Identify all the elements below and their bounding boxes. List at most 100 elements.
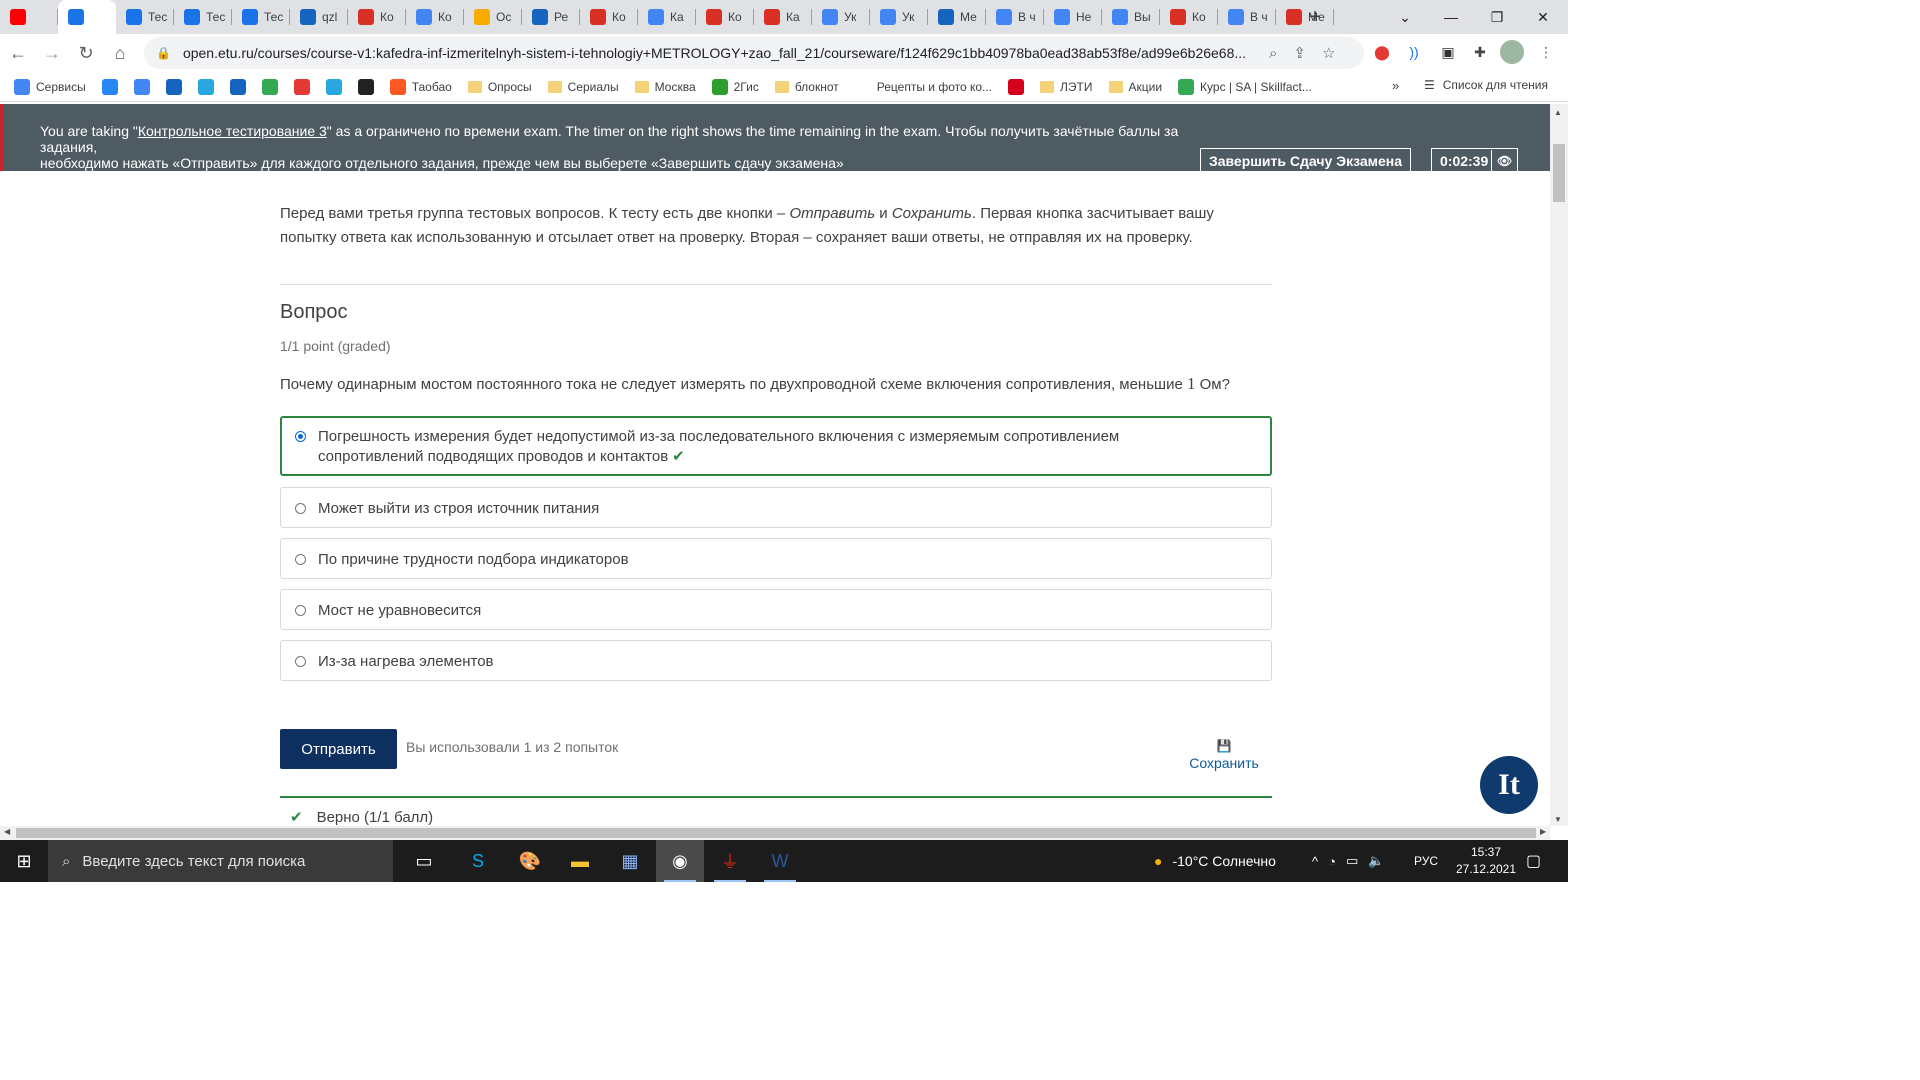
answer-radio[interactable] bbox=[295, 656, 306, 667]
answer-radio[interactable] bbox=[295, 605, 306, 616]
bookmark-item[interactable]: Опросы bbox=[467, 80, 532, 94]
vertical-scrollbar[interactable]: ▲ ▼ bbox=[1550, 104, 1568, 826]
bookmark-item[interactable] bbox=[261, 78, 278, 95]
browser-tab[interactable]: Ко bbox=[696, 0, 754, 34]
answer-option[interactable]: По причине трудности подбора индикаторов bbox=[280, 538, 1272, 579]
answer-radio[interactable] bbox=[295, 503, 306, 514]
maximize-icon[interactable]: ❐ bbox=[1474, 0, 1520, 34]
address-bar[interactable]: 🔒 open.etu.ru/courses/course-v1:kafedra-… bbox=[144, 37, 1364, 69]
browser-tab[interactable]: Не bbox=[1044, 0, 1102, 34]
task-view-icon[interactable]: ▭ bbox=[400, 840, 448, 882]
bookmark-item[interactable]: ЛЭТИ bbox=[1040, 80, 1093, 94]
bookmark-item[interactable] bbox=[197, 78, 214, 95]
system-tray[interactable]: ^ ◔ ▭ 🔈 bbox=[1312, 840, 1384, 882]
clock[interactable]: 15:37 27.12.2021 bbox=[1450, 844, 1522, 878]
bookmark-item[interactable] bbox=[165, 78, 182, 95]
browser-tab[interactable]: Ос bbox=[464, 0, 522, 34]
browser-tab[interactable]: Тес bbox=[174, 0, 232, 34]
windows-start-icon[interactable]: ⊞ bbox=[0, 840, 48, 882]
bookmark-item[interactable]: Сервисы bbox=[14, 78, 86, 95]
new-tab-button[interactable]: + bbox=[1298, 0, 1332, 34]
bookmark-item[interactable] bbox=[1008, 78, 1025, 95]
bookmark-item[interactable]: блокнот bbox=[774, 80, 839, 94]
notifications-icon[interactable]: ▢ bbox=[1526, 840, 1541, 882]
reload-icon[interactable]: ↻ bbox=[70, 37, 102, 69]
browser-tab[interactable]: Тес bbox=[232, 0, 290, 34]
bookmark-item[interactable]: Рецепты и фото ко... bbox=[854, 78, 992, 95]
bookmark-item[interactable]: Таобао bbox=[389, 78, 452, 95]
chrome-icon[interactable]: ◉ bbox=[656, 840, 704, 882]
answer-radio[interactable] bbox=[295, 554, 306, 565]
tab-search-icon[interactable]: ⌄ bbox=[1382, 0, 1428, 34]
bookmark-item[interactable] bbox=[357, 78, 374, 95]
answer-option[interactable]: Погрешность измерения будет недопустимой… bbox=[280, 416, 1272, 476]
url-text[interactable]: open.etu.ru/courses/course-v1:kafedra-in… bbox=[183, 45, 1253, 61]
close-window-icon[interactable]: ✕ bbox=[1520, 0, 1566, 34]
bookmark-item[interactable]: Сериалы bbox=[547, 80, 619, 94]
vertical-scroll-thumb[interactable] bbox=[1553, 144, 1565, 202]
battery-icon[interactable]: ▭ bbox=[1346, 853, 1358, 869]
volume-icon[interactable]: 🔈 bbox=[1368, 853, 1384, 869]
menu-kebab-icon[interactable]: ⋮ bbox=[1534, 40, 1558, 64]
profile-avatar[interactable] bbox=[1500, 40, 1524, 64]
answer-option[interactable]: Может выйти из строя источник питания bbox=[280, 487, 1272, 528]
taskbar-search-box[interactable]: ⌕ Введите здесь текст для поиска bbox=[48, 840, 393, 882]
skype-icon[interactable]: S bbox=[454, 840, 502, 882]
scroll-left-icon[interactable]: ◀ bbox=[4, 827, 10, 836]
browser-tab[interactable]: Ко bbox=[348, 0, 406, 34]
bookmark-item[interactable] bbox=[229, 78, 246, 95]
back-icon[interactable]: ← bbox=[2, 37, 34, 69]
browser-tab[interactable]: Ук bbox=[870, 0, 928, 34]
language-indicator[interactable]: РУС bbox=[1414, 840, 1438, 882]
browser-tab[interactable]: Ка bbox=[638, 0, 696, 34]
browser-tab[interactable]: Ка bbox=[754, 0, 812, 34]
scroll-down-icon[interactable]: ▼ bbox=[1554, 815, 1562, 824]
bookmark-item[interactable]: Акции bbox=[1108, 80, 1162, 94]
answer-option[interactable]: Из-за нагрева элементов bbox=[280, 640, 1272, 681]
submit-button[interactable]: Отправить bbox=[280, 729, 397, 769]
hide-timer-eye-icon[interactable]: 👁 bbox=[1491, 149, 1517, 172]
more-bookmarks-button[interactable]: » bbox=[1392, 78, 1399, 93]
zoom-search-icon[interactable]: ⌕ bbox=[1269, 45, 1277, 62]
bookmark-star-icon[interactable]: ☆ bbox=[1322, 44, 1335, 62]
weather-widget[interactable]: ● -10°C Солнечно bbox=[1154, 840, 1276, 882]
horizontal-scroll-thumb[interactable] bbox=[16, 828, 1536, 838]
answer-radio[interactable] bbox=[295, 431, 306, 442]
browser-tab[interactable]: В ч bbox=[986, 0, 1044, 34]
calculator-icon[interactable]: ▦ bbox=[606, 840, 654, 882]
bookmark-item[interactable] bbox=[133, 78, 150, 95]
horizontal-scrollbar[interactable]: ◀ ▶ bbox=[0, 826, 1550, 840]
file-explorer-icon[interactable]: ▬ bbox=[556, 840, 604, 882]
sound-extension-icon[interactable]: )) bbox=[1402, 40, 1426, 64]
browser-tab[interactable]: Ко bbox=[580, 0, 638, 34]
package-extension-icon[interactable]: ▣ bbox=[1436, 40, 1460, 64]
extensions-puzzle-icon[interactable]: ✚ bbox=[1468, 40, 1492, 64]
bookmark-item[interactable]: 2Гис bbox=[711, 78, 759, 95]
bookmark-item[interactable] bbox=[325, 78, 342, 95]
home-icon[interactable]: ⌂ bbox=[104, 37, 136, 69]
browser-tab[interactable]: Ко bbox=[1160, 0, 1218, 34]
tray-chevron-icon[interactable]: ^ bbox=[1312, 854, 1318, 869]
browser-tab[interactable]: qzl bbox=[290, 0, 348, 34]
browser-tab[interactable]: В ч bbox=[1218, 0, 1276, 34]
scroll-right-icon[interactable]: ▶ bbox=[1540, 827, 1546, 836]
browser-tab[interactable]: Тес bbox=[116, 0, 174, 34]
browser-tab[interactable]: Вы bbox=[1102, 0, 1160, 34]
save-button[interactable]: 💾 Сохранить bbox=[1186, 739, 1262, 771]
bookmark-item[interactable]: Курс | SA | Skillfact... bbox=[1178, 78, 1312, 95]
bookmark-item[interactable] bbox=[293, 78, 310, 95]
opera-extension-icon[interactable]: ⬤ bbox=[1370, 40, 1394, 64]
bookmark-item[interactable]: Москва bbox=[634, 80, 696, 94]
word-icon[interactable]: W bbox=[756, 840, 804, 882]
reading-list-button[interactable]: ☰ Список для чтения bbox=[1424, 78, 1548, 92]
bookmark-item[interactable] bbox=[101, 78, 118, 95]
browser-tab[interactable]: Ук bbox=[812, 0, 870, 34]
share-icon[interactable]: ⇪ bbox=[1293, 44, 1306, 62]
browser-tab[interactable]: Ме bbox=[928, 0, 986, 34]
acrobat-icon[interactable]: ⏚ bbox=[706, 840, 754, 882]
forward-icon[interactable]: → bbox=[36, 37, 68, 69]
browser-tab[interactable] bbox=[58, 0, 116, 34]
exam-link[interactable]: Контрольное тестирование 3 bbox=[138, 123, 327, 139]
browser-tab[interactable]: Ре bbox=[522, 0, 580, 34]
it-chat-widget-logo[interactable]: It bbox=[1480, 756, 1538, 814]
